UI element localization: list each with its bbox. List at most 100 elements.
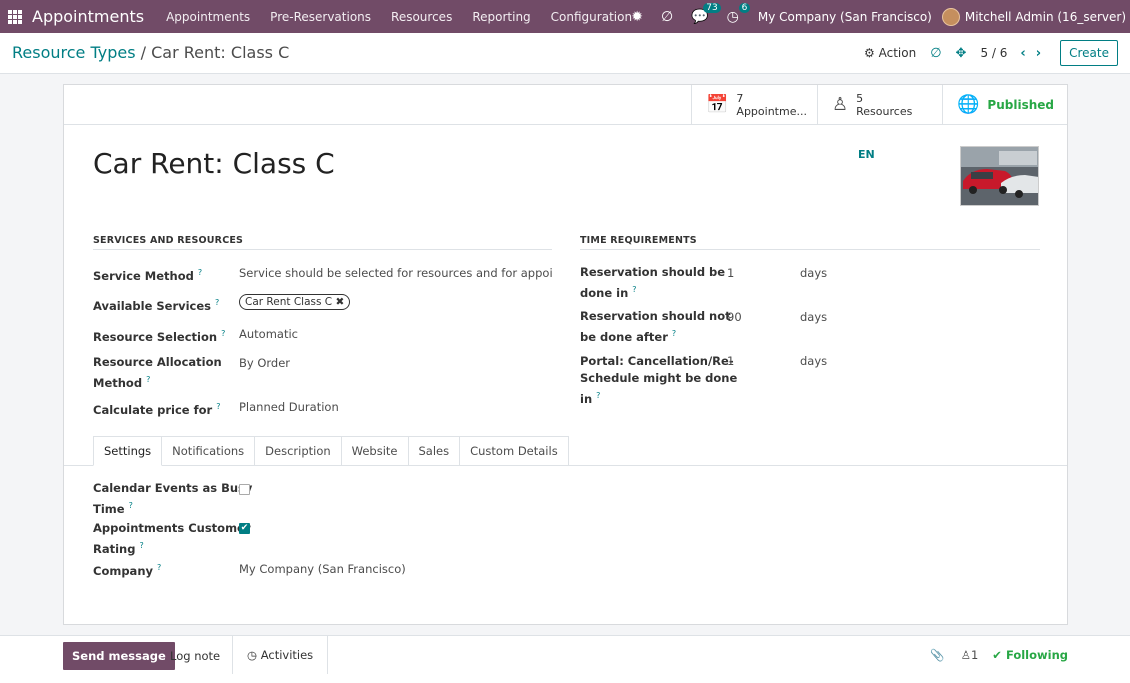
resources-count: 5 <box>856 91 864 105</box>
reservation-not-after-unit: days <box>800 310 828 324</box>
discard-refresh-icon[interactable]: ∅ <box>930 46 941 61</box>
company-switcher[interactable]: My Company (San Francisco) <box>758 10 932 24</box>
service-method-label: Service Method ? <box>93 268 203 283</box>
breadcrumb: Resource Types / Car Rent: Class C <box>12 43 289 62</box>
record-image[interactable] <box>960 146 1039 206</box>
available-service-tag[interactable]: Car Rent Class C ✖ <box>239 294 351 310</box>
pin-icon[interactable]: ✥ <box>956 46 967 61</box>
activities-clock-icon[interactable]: ◷ 6 <box>727 2 751 25</box>
chatter-bar: Send message Log note ◷ Activities 📎 ♙1 … <box>0 635 1130 683</box>
debug-bug-icon[interactable]: ✹ <box>631 9 643 25</box>
tab-sales[interactable]: Sales <box>408 436 461 466</box>
remove-tag-icon[interactable]: ✖ <box>335 296 344 308</box>
appointments-smart-button[interactable]: 📅 7 Appointme... <box>691 85 817 124</box>
pager-value[interactable]: 5 / 6 <box>980 46 1007 60</box>
help-icon: ? <box>221 329 226 338</box>
chatter-right: 📎 ♙1 ✔ Following <box>930 648 1068 662</box>
send-message-button[interactable]: Send message <box>63 642 175 670</box>
user-icon: ♙ <box>960 648 971 662</box>
company-field[interactable]: My Company (San Francisco) <box>239 562 406 576</box>
tab-description[interactable]: Description <box>255 436 342 466</box>
resources-label: Resources <box>856 104 913 118</box>
menu-pre-reservations[interactable]: Pre-Reservations <box>270 10 371 24</box>
form-sheet: 📅 7 Appointme... ♙ 5 Resources 🌐 Publish… <box>63 84 1068 625</box>
customer-rating-checkbox[interactable]: ✔ <box>239 523 250 534</box>
paperclip-icon[interactable]: 📎 <box>930 648 944 662</box>
tab-website[interactable]: Website <box>341 436 409 466</box>
followers-button[interactable]: ♙1 <box>961 648 979 662</box>
help-icon: ? <box>157 563 162 572</box>
resource-allocation-field[interactable]: By Order <box>239 356 290 370</box>
company-label: Company ? <box>93 563 162 578</box>
reservation-done-in-unit: days <box>800 266 828 280</box>
appointments-label: Appointme... <box>736 104 807 118</box>
available-services-label: Available Services ? <box>93 298 220 313</box>
systray: ✹ ∅ 💬 73 ◷ 6 My Company (San Francisco) Mi… <box>622 0 1130 33</box>
breadcrumb-parent[interactable]: Resource Types <box>12 43 136 62</box>
create-button[interactable]: Create <box>1060 40 1118 66</box>
app-title[interactable]: Appointments <box>32 7 144 26</box>
tab-notifications[interactable]: Notifications <box>162 436 256 466</box>
services-section-title: SERVICES AND RESOURCES <box>93 235 552 250</box>
user-menu[interactable]: Mitchell Admin (16_server) <box>965 10 1126 24</box>
busy-time-label: Calendar Events as Busy Time ? <box>93 481 253 516</box>
resource-allocation-label: Resource Allocation Method ? <box>93 355 222 390</box>
globe-icon: 🌐 <box>957 94 980 115</box>
tab-settings[interactable]: Settings <box>93 436 163 466</box>
notebook-tabs: Settings Notifications Description Websi… <box>93 436 569 466</box>
resources-smart-button[interactable]: ♙ 5 Resources <box>817 85 942 124</box>
help-icon: ? <box>671 329 677 338</box>
user-avatar[interactable] <box>941 7 960 26</box>
calculate-price-label: Calculate price for ? <box>93 402 221 417</box>
help-icon: ? <box>197 268 203 277</box>
help-icon: ? <box>596 391 601 400</box>
pager-next-icon[interactable]: › <box>1036 46 1041 61</box>
help-icon: ? <box>632 285 637 294</box>
reservation-done-in-label: Reservation should be done in ? <box>580 265 726 300</box>
calculate-price-field[interactable]: Planned Duration <box>239 400 339 414</box>
reservation-not-after-field[interactable]: 90 <box>727 310 742 324</box>
menu-reporting[interactable]: Reporting <box>472 10 530 24</box>
clock-icon: ◷ <box>247 648 258 662</box>
resource-selection-field[interactable]: Automatic <box>239 327 298 341</box>
messages-badge: 73 <box>703 2 721 13</box>
control-panel-actions: ⚙ Action ∅ ✥ 5 / 6 ‹ › Create <box>864 40 1118 66</box>
help-icon: ? <box>215 298 220 307</box>
service-method-field[interactable]: Service should be selected for resources… <box>239 266 553 280</box>
messages-icon[interactable]: 💬 73 <box>691 2 721 25</box>
customer-rating-label: Appointments Customer Rating ? <box>93 521 251 556</box>
log-note-button[interactable]: Log note <box>170 649 220 663</box>
language-tag[interactable]: EN <box>858 148 875 161</box>
portal-cancellation-unit: days <box>800 354 828 368</box>
top-navbar: Appointments Appointments Pre-Reservatio… <box>0 0 1130 33</box>
busy-time-checkbox[interactable] <box>239 484 250 495</box>
appointments-count: 7 <box>736 91 744 105</box>
help-icon: ? <box>139 541 144 550</box>
pager-previous-icon[interactable]: ‹ <box>1020 46 1025 61</box>
help-icon: ? <box>216 402 221 411</box>
resource-selection-label: Resource Selection ? <box>93 329 226 344</box>
apps-grid-icon[interactable] <box>8 9 22 24</box>
record-title[interactable]: Car Rent: Class C <box>93 147 335 180</box>
activities-badge: 6 <box>738 2 751 13</box>
breadcrumb-separator: / <box>140 43 147 62</box>
portal-cancellation-label: Portal: Cancellation/Re- Schedule might b… <box>580 354 738 406</box>
published-smart-button[interactable]: 🌐 Published <box>942 85 1067 124</box>
reservation-done-in-field[interactable]: 1 <box>727 266 734 280</box>
calendar-check-icon: 📅 <box>706 94 729 115</box>
help-icon: ? <box>128 501 133 510</box>
menu-appointments[interactable]: Appointments <box>166 10 250 24</box>
help-icon: ? <box>146 375 151 384</box>
portal-cancellation-field[interactable]: 1 <box>727 354 734 368</box>
activities-button[interactable]: ◷ Activities <box>232 636 329 674</box>
control-panel: Resource Types / Car Rent: Class C ⚙ Act… <box>0 33 1130 74</box>
reservation-not-after-label: Reservation should not be done after ? <box>580 309 731 344</box>
tab-custom-details[interactable]: Custom Details <box>460 436 569 466</box>
menu-resources[interactable]: Resources <box>391 10 452 24</box>
action-menu-button[interactable]: ⚙ Action <box>864 46 916 60</box>
refresh-icon[interactable]: ∅ <box>661 9 673 25</box>
menu-configuration[interactable]: Configuration <box>551 10 632 24</box>
following-button[interactable]: ✔ Following <box>992 648 1068 662</box>
breadcrumb-current: Car Rent: Class C <box>151 43 290 62</box>
user-icon: ♙ <box>832 94 849 115</box>
